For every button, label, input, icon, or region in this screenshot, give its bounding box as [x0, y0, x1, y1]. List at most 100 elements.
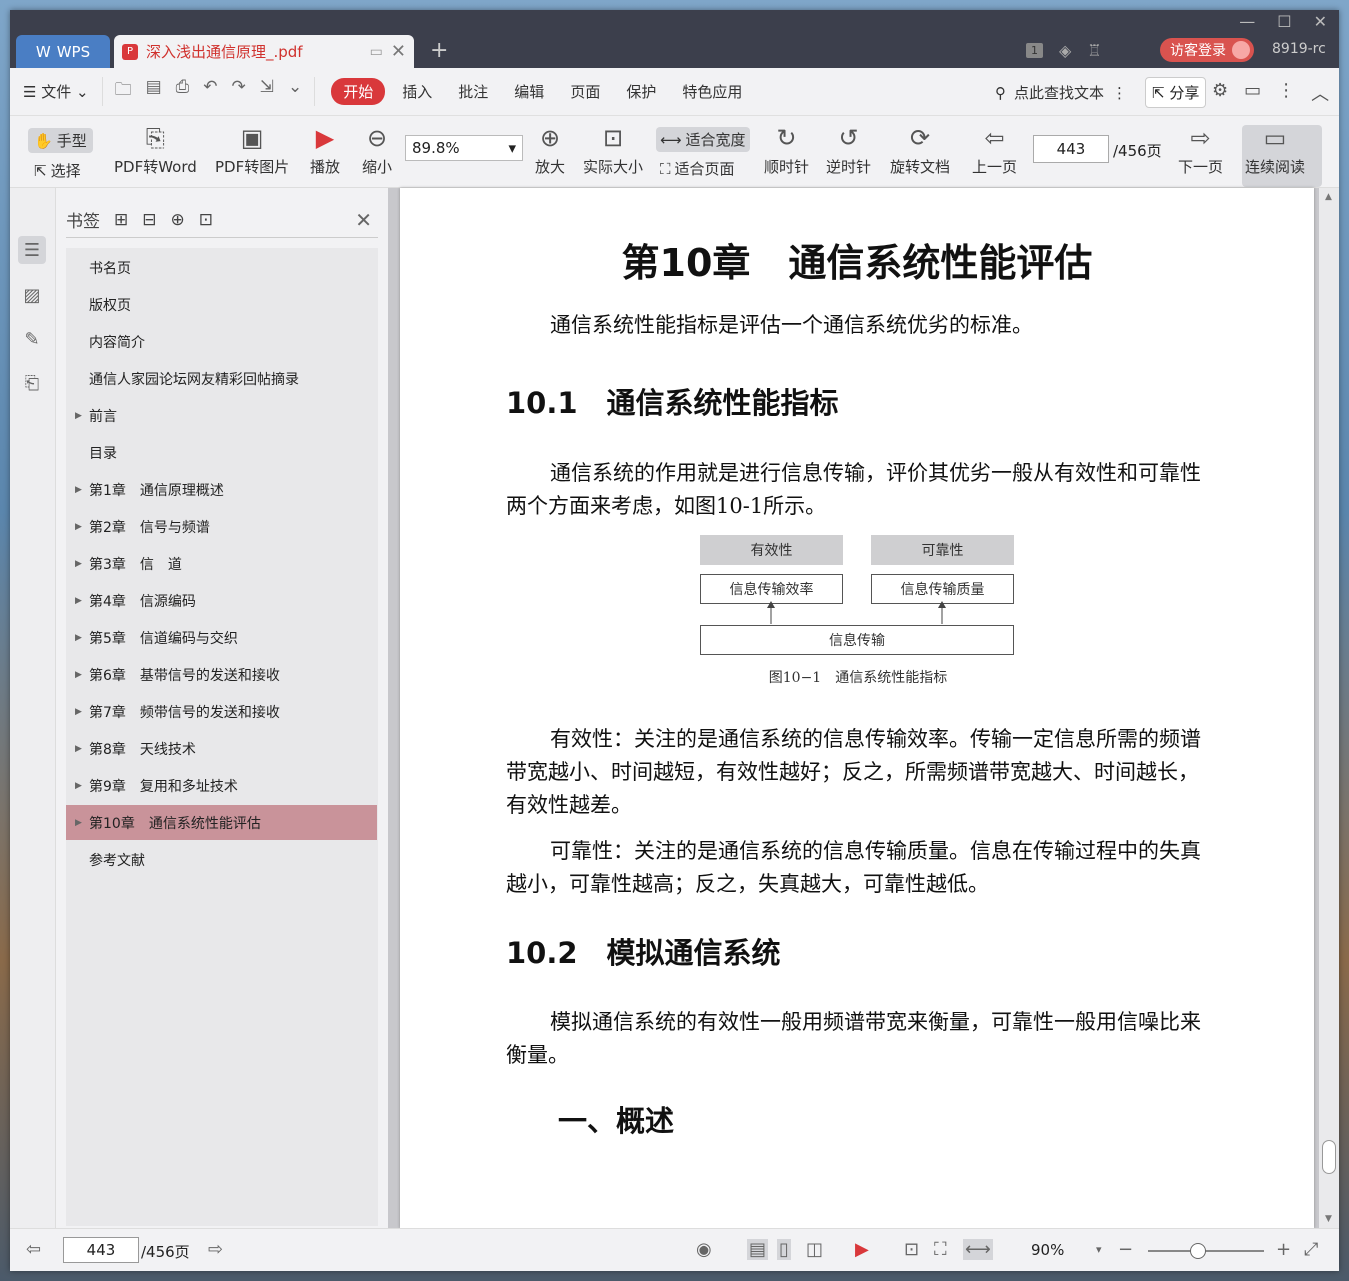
next-page-button[interactable]: ⇨ 下一页 [1178, 122, 1223, 177]
vertical-scrollbar[interactable]: ▲ ▼ [1319, 188, 1339, 1228]
expand-arrow-icon[interactable]: ▶ [75, 485, 82, 495]
bookmark-item[interactable]: ▶ 第2章 信号与频谱 [66, 509, 377, 544]
single-page-icon[interactable]: ▯ [777, 1239, 791, 1260]
add-bookmark-icon[interactable]: ⊕ [171, 210, 185, 230]
bookmark-item[interactable]: 通信人家园论坛网友精彩回帖摘录 [66, 361, 377, 396]
zoom-out-button[interactable]: ⊖ 缩小 [362, 122, 392, 177]
share-button[interactable]: ⇱ 分享 [1145, 77, 1207, 108]
bookmark-item[interactable]: ▶ 第5章 信道编码与交织 [66, 620, 377, 655]
open-icon[interactable]: 🗀 [115, 77, 132, 106]
rotate-cw-button[interactable]: ↻ 顺时针 [764, 122, 809, 177]
zoom-minus-icon[interactable]: − [1118, 1239, 1133, 1260]
bookmark-item[interactable]: ▶ 第4章 信源编码 [66, 583, 377, 618]
more-dropdown-icon[interactable]: ⌄ [288, 77, 302, 106]
expand-arrow-icon[interactable]: ▶ [75, 744, 82, 754]
undo-icon[interactable]: ↶ [203, 77, 217, 106]
select-tool-button[interactable]: ⇱ 选择 [34, 160, 81, 181]
expand-arrow-icon[interactable]: ▶ [75, 670, 82, 680]
pdf-to-image-button[interactable]: ▣ PDF转图片 [215, 122, 289, 177]
menu-edit[interactable]: 编辑 [501, 81, 557, 102]
bookmark-item[interactable]: ▶ 第1章 通信原理概述 [66, 472, 377, 507]
close-tab-icon[interactable]: ✕ [391, 41, 406, 62]
menu-annotate[interactable]: 批注 [445, 81, 501, 102]
expand-arrow-icon[interactable]: ▶ [75, 411, 82, 421]
actual-size-status-icon[interactable]: ⊡ [904, 1239, 919, 1260]
settings-icon[interactable]: ⚙ [1212, 80, 1228, 106]
expand-all-icon[interactable]: ⊞ [114, 210, 128, 230]
menu-protect[interactable]: 保护 [613, 81, 669, 102]
print-icon[interactable]: ⎙ [176, 77, 190, 106]
pdf-to-word-button[interactable]: ⎘ PDF转Word [114, 122, 197, 177]
menu-special[interactable]: 特色应用 [669, 81, 755, 102]
bookmark-item[interactable]: ▶ 第7章 频带信号的发送和接收 [66, 694, 377, 729]
status-next-icon[interactable]: ⇨ [208, 1239, 223, 1260]
zoom-slider-knob[interactable] [1190, 1243, 1206, 1259]
prev-page-button[interactable]: ⇦ 上一页 [972, 122, 1017, 177]
expand-arrow-icon[interactable]: ▶ [75, 596, 82, 606]
zoom-in-button[interactable]: ⊕ 放大 [535, 122, 565, 177]
hand-tool-button[interactable]: ✋ 手型 [28, 128, 93, 153]
expand-arrow-icon[interactable]: ▶ [75, 818, 82, 828]
document-tab[interactable]: P 深入浅出通信原理_.pdf ▭ ✕ [114, 35, 414, 68]
eye-protection-icon[interactable]: ◉ [696, 1239, 712, 1260]
attachment-icon[interactable]: ⎗ [18, 369, 46, 397]
maximize-icon[interactable]: ☐ [1277, 12, 1291, 31]
menu-insert[interactable]: 插入 [389, 81, 445, 102]
zoom-select[interactable]: 89.8% ▾ [405, 135, 523, 161]
status-prev-icon[interactable]: ⇦ [26, 1239, 41, 1260]
more-icon[interactable]: ⋮ [1277, 80, 1295, 106]
bookmark-item[interactable]: ▶ 前言 [66, 398, 377, 433]
bookmark-panel-icon[interactable]: ☰ [18, 236, 46, 264]
search-box[interactable]: ⚲ 点此查找文本 ⋮ [995, 82, 1127, 103]
zoom-plus-icon[interactable]: + [1276, 1239, 1291, 1260]
monitor-icon[interactable]: ▭ [370, 44, 383, 60]
bookmark-item[interactable]: 目录 [66, 435, 377, 470]
redo-icon[interactable]: ↷ [232, 77, 246, 106]
fullscreen-icon[interactable]: ⤢ [1304, 1239, 1318, 1260]
fit-page-status-icon[interactable]: ⛶ [934, 1239, 947, 1260]
page-number-input[interactable]: 443 [1033, 135, 1109, 163]
bookmark-item[interactable]: ▶ 第3章 信 道 [66, 546, 377, 581]
bookmark-item[interactable]: ▶ 第6章 基带信号的发送和接收 [66, 657, 377, 692]
double-page-icon[interactable]: ◫ [806, 1239, 823, 1260]
continuous-view-icon[interactable]: ▤ [747, 1239, 769, 1260]
bookmark-item[interactable]: ▶ 第10章 通信系统性能评估 [66, 805, 377, 840]
comment-icon[interactable]: ▭ [1244, 80, 1261, 106]
window-count-badge[interactable]: 1 [1026, 43, 1043, 58]
bookmark-item[interactable]: 版权页 [66, 287, 377, 322]
rotate-ccw-button[interactable]: ↺ 逆时针 [826, 122, 871, 177]
scroll-up-icon[interactable]: ▲ [1325, 192, 1332, 202]
scroll-down-icon[interactable]: ▼ [1325, 1214, 1332, 1224]
close-window-icon[interactable]: ✕ [1314, 12, 1327, 31]
play-button[interactable]: ▶ 播放 [310, 122, 340, 177]
zoom-slider[interactable] [1148, 1243, 1264, 1259]
file-menu[interactable]: ☰ 文件 ⌄ [10, 81, 102, 102]
bookmark-item[interactable]: 参考文献 [66, 842, 377, 877]
thumbnail-icon[interactable]: ▨ [18, 281, 46, 309]
actual-size-button[interactable]: ⊡ 实际大小 [583, 122, 643, 177]
menu-page[interactable]: 页面 [557, 81, 613, 102]
play-slideshow-icon[interactable]: ▶ [855, 1239, 869, 1260]
wps-home-tab[interactable]: W WPS [16, 35, 110, 68]
collapse-all-icon[interactable]: ⊟ [142, 210, 156, 230]
document-viewer[interactable]: 第10章 通信系统性能评估 通信系统性能指标是评估一个通信系统优劣的标准。 10… [388, 188, 1339, 1228]
fit-width-status-icon[interactable]: ⟷ [963, 1239, 993, 1260]
bookmark-item[interactable]: 内容简介 [66, 324, 377, 359]
expand-arrow-icon[interactable]: ▶ [75, 522, 82, 532]
expand-arrow-icon[interactable]: ▶ [75, 633, 82, 643]
bookmark-item[interactable]: 书名页 [66, 250, 377, 285]
save-icon[interactable]: ▤ [146, 77, 162, 106]
minimize-icon[interactable]: — [1239, 12, 1255, 31]
fit-page-button[interactable]: ⛶ 适合页面 [660, 158, 735, 179]
zoom-dropdown-icon[interactable]: ▾ [1096, 1243, 1102, 1256]
cloud-icon[interactable]: ◈ [1059, 41, 1071, 60]
skin-icon[interactable]: ♖ [1087, 41, 1101, 60]
expand-arrow-icon[interactable]: ▶ [75, 707, 82, 717]
expand-arrow-icon[interactable]: ▶ [75, 781, 82, 791]
fit-width-button[interactable]: ⟷ 适合宽度 [656, 127, 750, 152]
expand-arrow-icon[interactable]: ▶ [75, 559, 82, 569]
collapse-icon[interactable]: ︿ [1311, 80, 1329, 106]
login-button[interactable]: 访客登录 [1160, 38, 1254, 62]
continuous-read-button[interactable]: ▭ 连续阅读 [1245, 122, 1305, 177]
bookmark-item[interactable]: ▶ 第8章 天线技术 [66, 731, 377, 766]
